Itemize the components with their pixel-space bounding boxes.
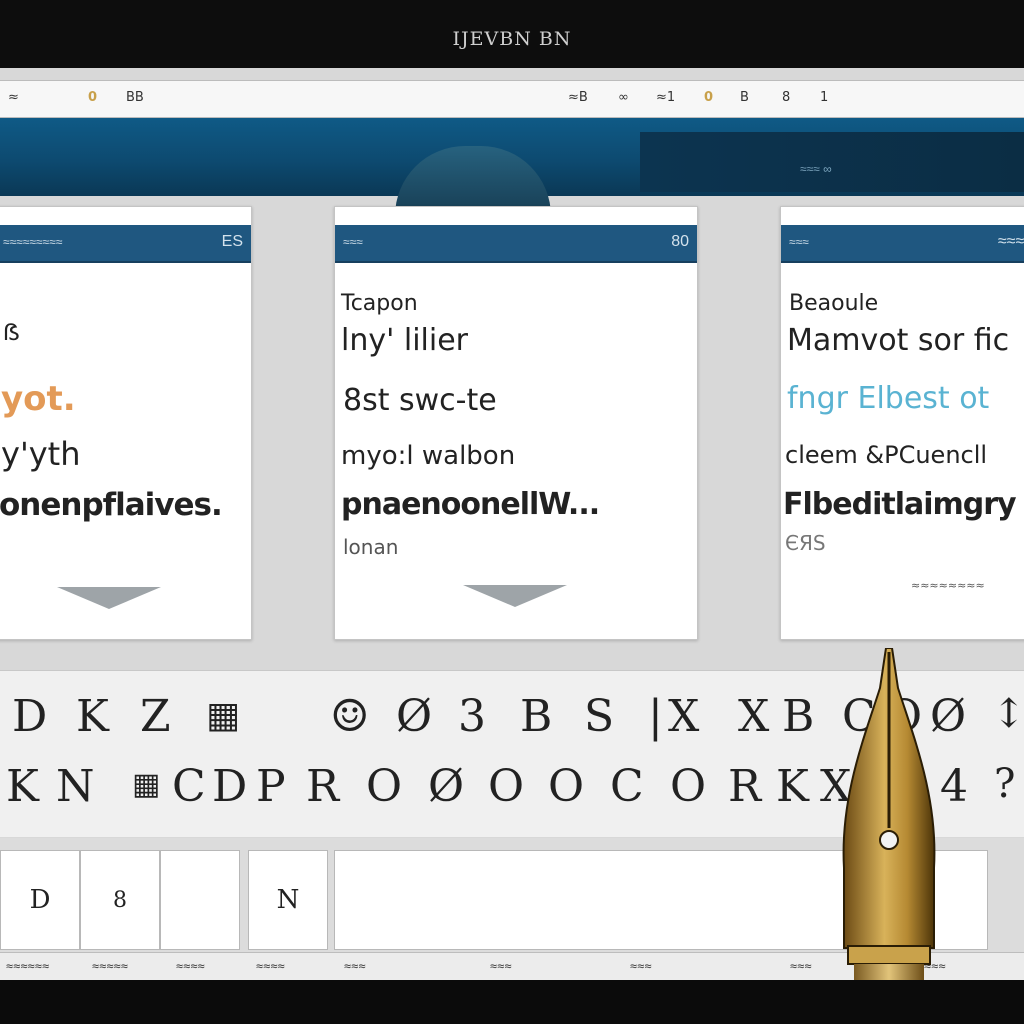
card-2-line-3: 8st swc-te	[343, 383, 497, 418]
card-1-line-1: ẞ	[3, 321, 20, 346]
card-2-header-label: ≈≈≈	[343, 235, 363, 249]
status-item-1: ≈≈≈≈≈≈	[6, 959, 50, 973]
bottom-button-4[interactable]: N	[248, 850, 328, 950]
card-3-footer: ≈≈≈≈≈≈≈≈	[911, 579, 985, 592]
key[interactable]: D	[12, 691, 47, 742]
status-item-8: ≈≈≈	[790, 959, 812, 973]
card-1-line-3: y'yth	[1, 435, 81, 473]
key[interactable]: X	[738, 691, 769, 742]
key[interactable]: O	[670, 761, 706, 812]
key[interactable]: O	[488, 761, 524, 812]
key[interactable]: ☺	[330, 691, 369, 742]
status-item-2: ≈≈≈≈≈	[92, 959, 129, 973]
key[interactable]: O	[548, 761, 584, 812]
card-2-line-6: lonan	[343, 535, 399, 559]
card-1-line-2: yot.	[1, 379, 76, 419]
status-item-6: ≈≈≈	[490, 959, 512, 973]
banner-panel	[640, 132, 1024, 192]
key[interactable]: ?	[994, 761, 1015, 807]
header-banner: ≈≈≈ ∞	[0, 118, 1024, 216]
card-2-header-badge: 80	[671, 233, 689, 250]
key[interactable]: R	[306, 761, 339, 812]
key[interactable]: ▦	[206, 695, 240, 736]
card-2-line-4: myo:l walbon	[341, 441, 516, 471]
toolbar-item-2[interactable]: 0	[88, 90, 97, 105]
key[interactable]: K	[6, 761, 39, 812]
status-item-7: ≈≈≈	[630, 959, 652, 973]
card-3-header-badge: ≈≈≈≈	[997, 233, 1024, 250]
fountain-pen-icon	[842, 648, 936, 1024]
toolbar: ≈ 0 BB ≈B ∞ ≈1 0 B 8 1	[0, 80, 1024, 118]
banner-text: ≈≈≈ ∞	[800, 162, 832, 176]
card-3-header: ≈≈≈ ≈≈≈≈	[781, 225, 1024, 263]
bottom-button-3[interactable]	[160, 850, 240, 950]
key[interactable]: R	[728, 761, 761, 812]
card-3-line-3: fngr Elbest ot	[787, 381, 990, 416]
toolbar-right-item-4[interactable]: 0	[704, 90, 713, 105]
toolbar-right-item-7[interactable]: 1	[820, 90, 828, 105]
key[interactable]: 3	[458, 691, 486, 742]
toolbar-right-item-2[interactable]: ∞	[618, 90, 629, 105]
key[interactable]: X	[668, 691, 699, 742]
key[interactable]: O	[366, 761, 402, 812]
card-3-line-2: Mamvot sor fic	[787, 323, 1010, 358]
toolbar-item-3[interactable]: BB	[126, 90, 144, 105]
card-3-line-1: Beaoule	[789, 291, 879, 316]
key[interactable]: ↕	[992, 691, 1024, 737]
card-1-expand-caret-icon[interactable]	[57, 587, 161, 609]
key[interactable]: ▦	[132, 767, 160, 802]
card-3[interactable]: ≈≈≈ ≈≈≈≈ Beaoule Mamvot sor fic fngr Elb…	[780, 206, 1024, 640]
toolbar-item-1[interactable]: ≈	[8, 90, 19, 105]
key[interactable]: N	[56, 761, 95, 812]
card-1-header: ≈≈≈≈≈≈≈≈≈ ES	[0, 225, 251, 263]
card-2-line-1: Tcapon	[341, 291, 418, 316]
card-3-line-5: Flbeditlaimgry	[783, 487, 1017, 522]
card-1[interactable]: ≈≈≈≈≈≈≈≈≈ ES ẞ yot. y'yth onenpflaives.	[0, 206, 252, 640]
key[interactable]: D	[212, 761, 247, 812]
key[interactable]: Ø	[396, 691, 432, 742]
key[interactable]: Z	[140, 691, 171, 742]
key[interactable]: C	[172, 761, 206, 812]
key[interactable]: K	[776, 761, 809, 812]
card-2-line-2: lny' lilier	[341, 323, 469, 358]
key[interactable]: |	[648, 691, 663, 742]
bottom-button-2[interactable]: 8	[80, 850, 160, 950]
card-3-line-6: ЄЯЅ	[785, 531, 826, 555]
window-title: IJEVBN BN	[452, 28, 572, 50]
status-item-5: ≈≈≈	[344, 959, 366, 973]
key[interactable]: K	[76, 691, 109, 742]
monitor-bezel-bottom	[0, 980, 1024, 1024]
toolbar-right-item-3[interactable]: ≈1	[656, 90, 675, 105]
card-2-line-5: pnaenoonellW...	[341, 487, 600, 522]
card-2-header: ≈≈≈ 80	[335, 225, 697, 263]
card-3-line-4: cleem &PCuencll	[785, 441, 988, 469]
monitor-bezel-top: IJEVBN BN	[0, 0, 1024, 70]
card-1-header-badge: ES	[221, 233, 243, 250]
key[interactable]: P	[256, 761, 286, 812]
card-2-expand-caret-icon[interactable]	[463, 585, 567, 607]
key[interactable]: Ø	[428, 761, 464, 812]
card-1-header-label: ≈≈≈≈≈≈≈≈≈	[3, 235, 63, 249]
toolbar-right-item-6[interactable]: 8	[782, 90, 790, 105]
card-3-header-label: ≈≈≈	[789, 235, 809, 249]
card-1-line-4: onenpflaives.	[0, 487, 223, 523]
key[interactable]: C	[610, 761, 644, 812]
status-item-4: ≈≈≈≈	[256, 959, 285, 973]
key[interactable]: S	[584, 691, 614, 742]
status-item-3: ≈≈≈≈	[176, 959, 205, 973]
toolbar-right-item-1[interactable]: ≈B	[568, 90, 588, 105]
toolbar-right-item-5[interactable]: B	[740, 90, 749, 105]
bottom-button-1[interactable]: D	[0, 850, 80, 950]
card-2[interactable]: ≈≈≈ 80 Tcapon lny' lilier 8st swc-te myo…	[334, 206, 698, 640]
key[interactable]: 4	[940, 761, 968, 812]
key[interactable]: B	[520, 691, 552, 742]
key[interactable]: B	[782, 691, 814, 742]
